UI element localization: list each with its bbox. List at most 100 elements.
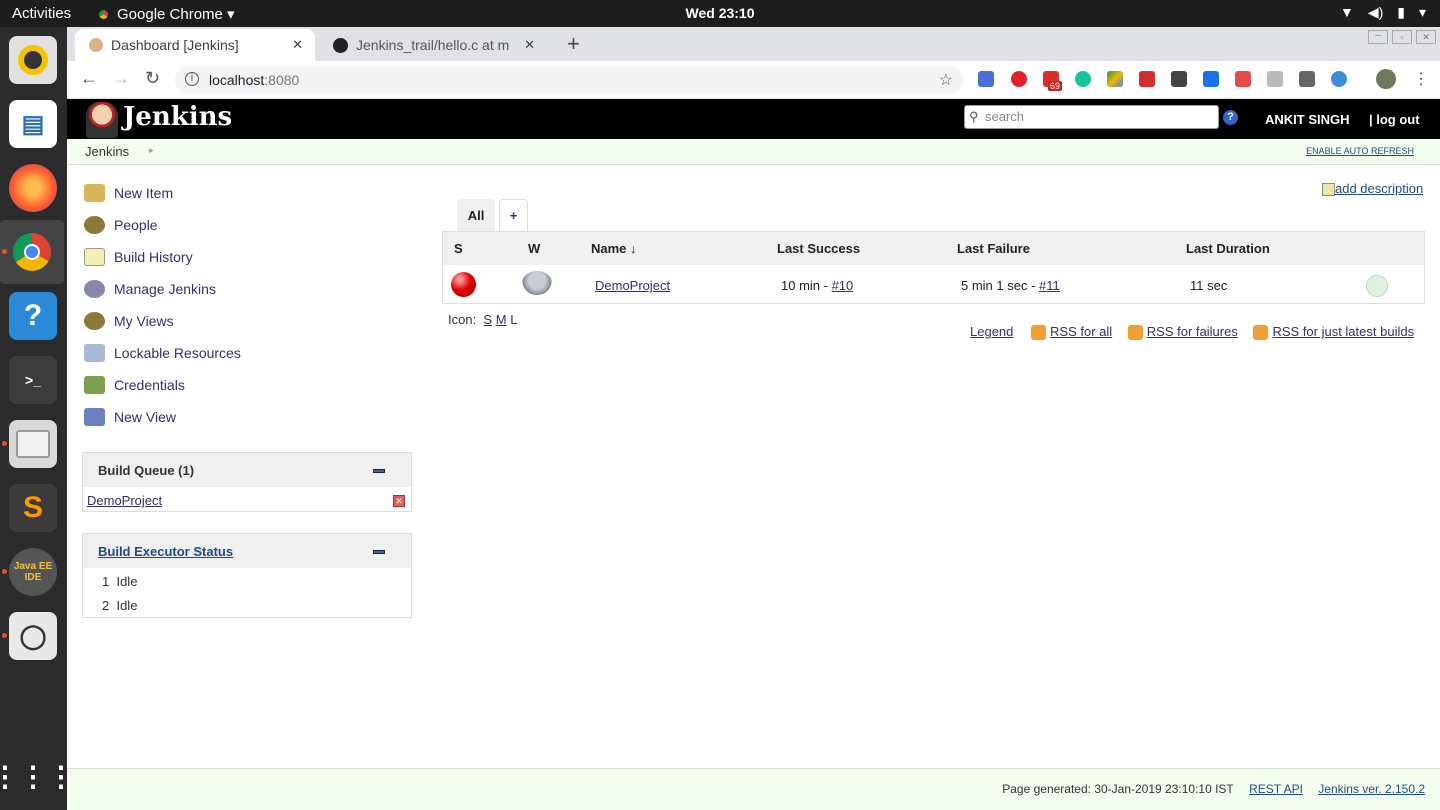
legend-link[interactable]: Legend [970, 324, 1013, 339]
build-queue-title: Build Queue (1) [98, 463, 195, 478]
new-tab-button[interactable]: + [567, 31, 580, 57]
header-last-failure[interactable]: Last Failure [957, 241, 1030, 256]
shield-extension-icon[interactable] [1235, 71, 1251, 87]
header-last-duration[interactable]: Last Duration [1186, 241, 1270, 256]
last-success-time: 10 min - [781, 278, 832, 293]
queue-item-link[interactable]: DemoProject [87, 493, 162, 508]
rss-latest-link[interactable]: RSS for just latest builds [1272, 324, 1414, 339]
info-icon: i [185, 72, 199, 86]
bookmark-extension-icon[interactable] [1139, 71, 1155, 87]
executor-title-link[interactable]: Build Executor Status [98, 544, 233, 559]
rest-api-link[interactable]: REST API [1249, 782, 1303, 796]
user-name-link[interactable]: ANKIT SINGH [1265, 112, 1350, 127]
header-last-success[interactable]: Last Success [777, 241, 860, 256]
task-label: Build History [114, 249, 193, 265]
tab-all[interactable]: All [457, 199, 495, 232]
collapse-icon[interactable] [373, 469, 385, 473]
header-name[interactable]: Name ↓ [591, 241, 637, 256]
header-status[interactable]: S [454, 241, 463, 256]
battery-icon: ▮ [1397, 4, 1405, 20]
page-generated: Page generated: 30-Jan-2019 23:10:10 IST [1002, 782, 1234, 796]
jenkins-logo[interactable]: Jenkins [123, 102, 232, 132]
writer-icon[interactable]: ▤ [9, 100, 57, 148]
icon-size-s[interactable]: S [483, 312, 492, 327]
breadcrumb-arrow-icon[interactable]: ▸ [149, 145, 154, 156]
help-icon[interactable]: ? [9, 292, 57, 340]
task-label: New Item [114, 185, 174, 201]
enable-auto-refresh-link[interactable]: ENABLE AUTO REFRESH [1306, 146, 1414, 156]
globe-extension-icon[interactable] [1331, 71, 1347, 87]
bookmark-star-icon[interactable]: ☆ [939, 70, 953, 90]
build-11-link[interactable]: #11 [1039, 278, 1060, 293]
back-icon[interactable]: ← [80, 68, 98, 89]
help-icon[interactable]: ? [1223, 110, 1238, 125]
window-controls[interactable]: – ▫ ✕ [1368, 30, 1436, 44]
eclipse-icon[interactable]: Java EE IDE [9, 548, 57, 596]
tab-add-view[interactable]: + [499, 199, 528, 232]
minimize-icon[interactable]: – [1368, 30, 1388, 44]
header-weather[interactable]: W [528, 241, 540, 256]
weather-storm-icon[interactable] [522, 271, 552, 295]
magnifier-icon[interactable]: ◯ [9, 612, 57, 660]
search-input[interactable]: ⚲ search [964, 105, 1219, 129]
download-extension-icon[interactable] [1203, 71, 1219, 87]
task-build-history[interactable]: Build History [84, 248, 193, 266]
opera-extension-icon[interactable] [1011, 71, 1027, 87]
close-icon[interactable]: ✕ [524, 37, 535, 53]
rss-all-link[interactable]: RSS for all [1050, 324, 1112, 339]
rhythmbox-icon[interactable] [9, 36, 57, 84]
task-people[interactable]: People [84, 216, 158, 234]
logout-link[interactable]: | log out [1369, 112, 1420, 127]
task-new-item[interactable]: New Item [84, 184, 173, 202]
sublime-icon[interactable]: S [9, 484, 57, 532]
drive-extension-icon[interactable] [1107, 71, 1123, 87]
reload-icon[interactable]: ↻ [145, 68, 160, 89]
build-10-link[interactable]: #10 [832, 278, 854, 293]
incognito-extension-icon[interactable] [1171, 71, 1187, 87]
task-new-view[interactable]: New View [84, 408, 176, 426]
translate-extension-icon[interactable] [978, 71, 994, 87]
schedule-build-icon[interactable] [1366, 275, 1388, 297]
close-icon[interactable]: ✕ [292, 37, 303, 53]
task-manage-jenkins[interactable]: Manage Jenkins [84, 280, 216, 298]
task-lockable-resources[interactable]: Lockable Resources [84, 344, 241, 362]
k-extension-icon[interactable] [1267, 71, 1283, 87]
collapse-icon[interactable] [373, 550, 385, 554]
rss-icon [1127, 325, 1143, 341]
menu-icon[interactable]: ⋮ [1413, 69, 1429, 89]
close-window-icon[interactable]: ✕ [1416, 30, 1436, 44]
system-tray[interactable]: ▼ ◀) ▮ ▾ [1340, 4, 1426, 21]
chrome-dock-icon[interactable] [0, 220, 64, 284]
clock[interactable]: Wed 23:10 [0, 5, 1440, 21]
jenkins-version-link[interactable]: Jenkins ver. 2.150.2 [1318, 782, 1425, 796]
task-label: Lockable Resources [114, 345, 241, 361]
task-credentials[interactable]: Credentials [84, 376, 185, 394]
red-ball-icon[interactable] [451, 272, 476, 297]
add-description[interactable]: add description [1322, 181, 1423, 197]
search-icon: ⚲ [969, 109, 979, 124]
url-host: localhost [209, 72, 265, 88]
tab-dashboard[interactable]: Dashboard [Jenkins] ✕ [75, 29, 315, 61]
pen-extension-icon[interactable] [1299, 71, 1315, 87]
tab-github[interactable]: Jenkins_trail/hello.c at m ✕ [319, 29, 547, 61]
files-icon[interactable] [9, 420, 57, 468]
task-my-views[interactable]: My Views [84, 312, 174, 330]
address-bar[interactable]: i localhost:8080 ☆ [175, 66, 963, 94]
rss-failures-link[interactable]: RSS for failures [1147, 324, 1238, 339]
project-link[interactable]: DemoProject [595, 278, 670, 293]
terminal-icon[interactable]: >_ [9, 356, 57, 404]
show-apps-icon[interactable]: ⋮⋮⋮ [0, 752, 75, 800]
profile-avatar[interactable] [1376, 69, 1396, 89]
cancel-icon[interactable]: ✕ [393, 495, 405, 507]
maximize-icon[interactable]: ▫ [1392, 30, 1412, 44]
grammarly-extension-icon[interactable] [1075, 71, 1091, 87]
jenkins-butler-icon[interactable] [86, 102, 118, 138]
build-queue-header: Build Queue (1) [83, 453, 411, 487]
firefox-icon[interactable] [9, 164, 57, 212]
running-indicator [2, 441, 7, 446]
icon-size-m[interactable]: M [496, 312, 507, 327]
add-description-link[interactable]: add description [1335, 181, 1423, 196]
forward-icon[interactable]: → [112, 68, 130, 89]
gmail-badge: 69 [1048, 81, 1063, 91]
breadcrumb-jenkins[interactable]: Jenkins [85, 144, 129, 159]
